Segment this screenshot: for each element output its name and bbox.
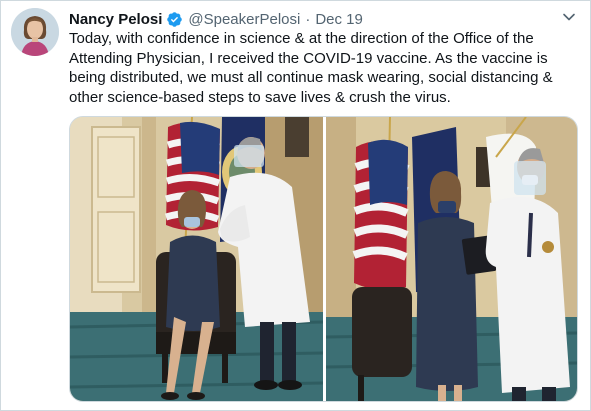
author-handle[interactable]: @SpeakerPelosi xyxy=(188,11,300,28)
media-photo-left[interactable] xyxy=(70,117,324,401)
tweet-header: Nancy Pelosi @SpeakerPelosi · Dec 19 xyxy=(69,9,576,29)
tweet-media xyxy=(69,116,578,402)
vaccination-photo xyxy=(70,117,324,401)
chevron-down-icon[interactable] xyxy=(562,10,576,24)
tweet-card[interactable]: Nancy Pelosi @SpeakerPelosi · Dec 19 Tod… xyxy=(0,0,591,411)
tweet-text: Today, with confidence in science & at t… xyxy=(69,30,553,106)
media-photo-right[interactable] xyxy=(325,117,577,401)
vaccination-card-photo xyxy=(325,117,577,401)
header-separator: · xyxy=(305,10,311,28)
verified-badge-icon xyxy=(166,11,183,28)
avatar-image xyxy=(11,8,59,56)
author-name[interactable]: Nancy Pelosi xyxy=(69,11,162,28)
avatar[interactable] xyxy=(11,8,59,56)
tweet-date[interactable]: Dec 19 xyxy=(315,11,363,28)
